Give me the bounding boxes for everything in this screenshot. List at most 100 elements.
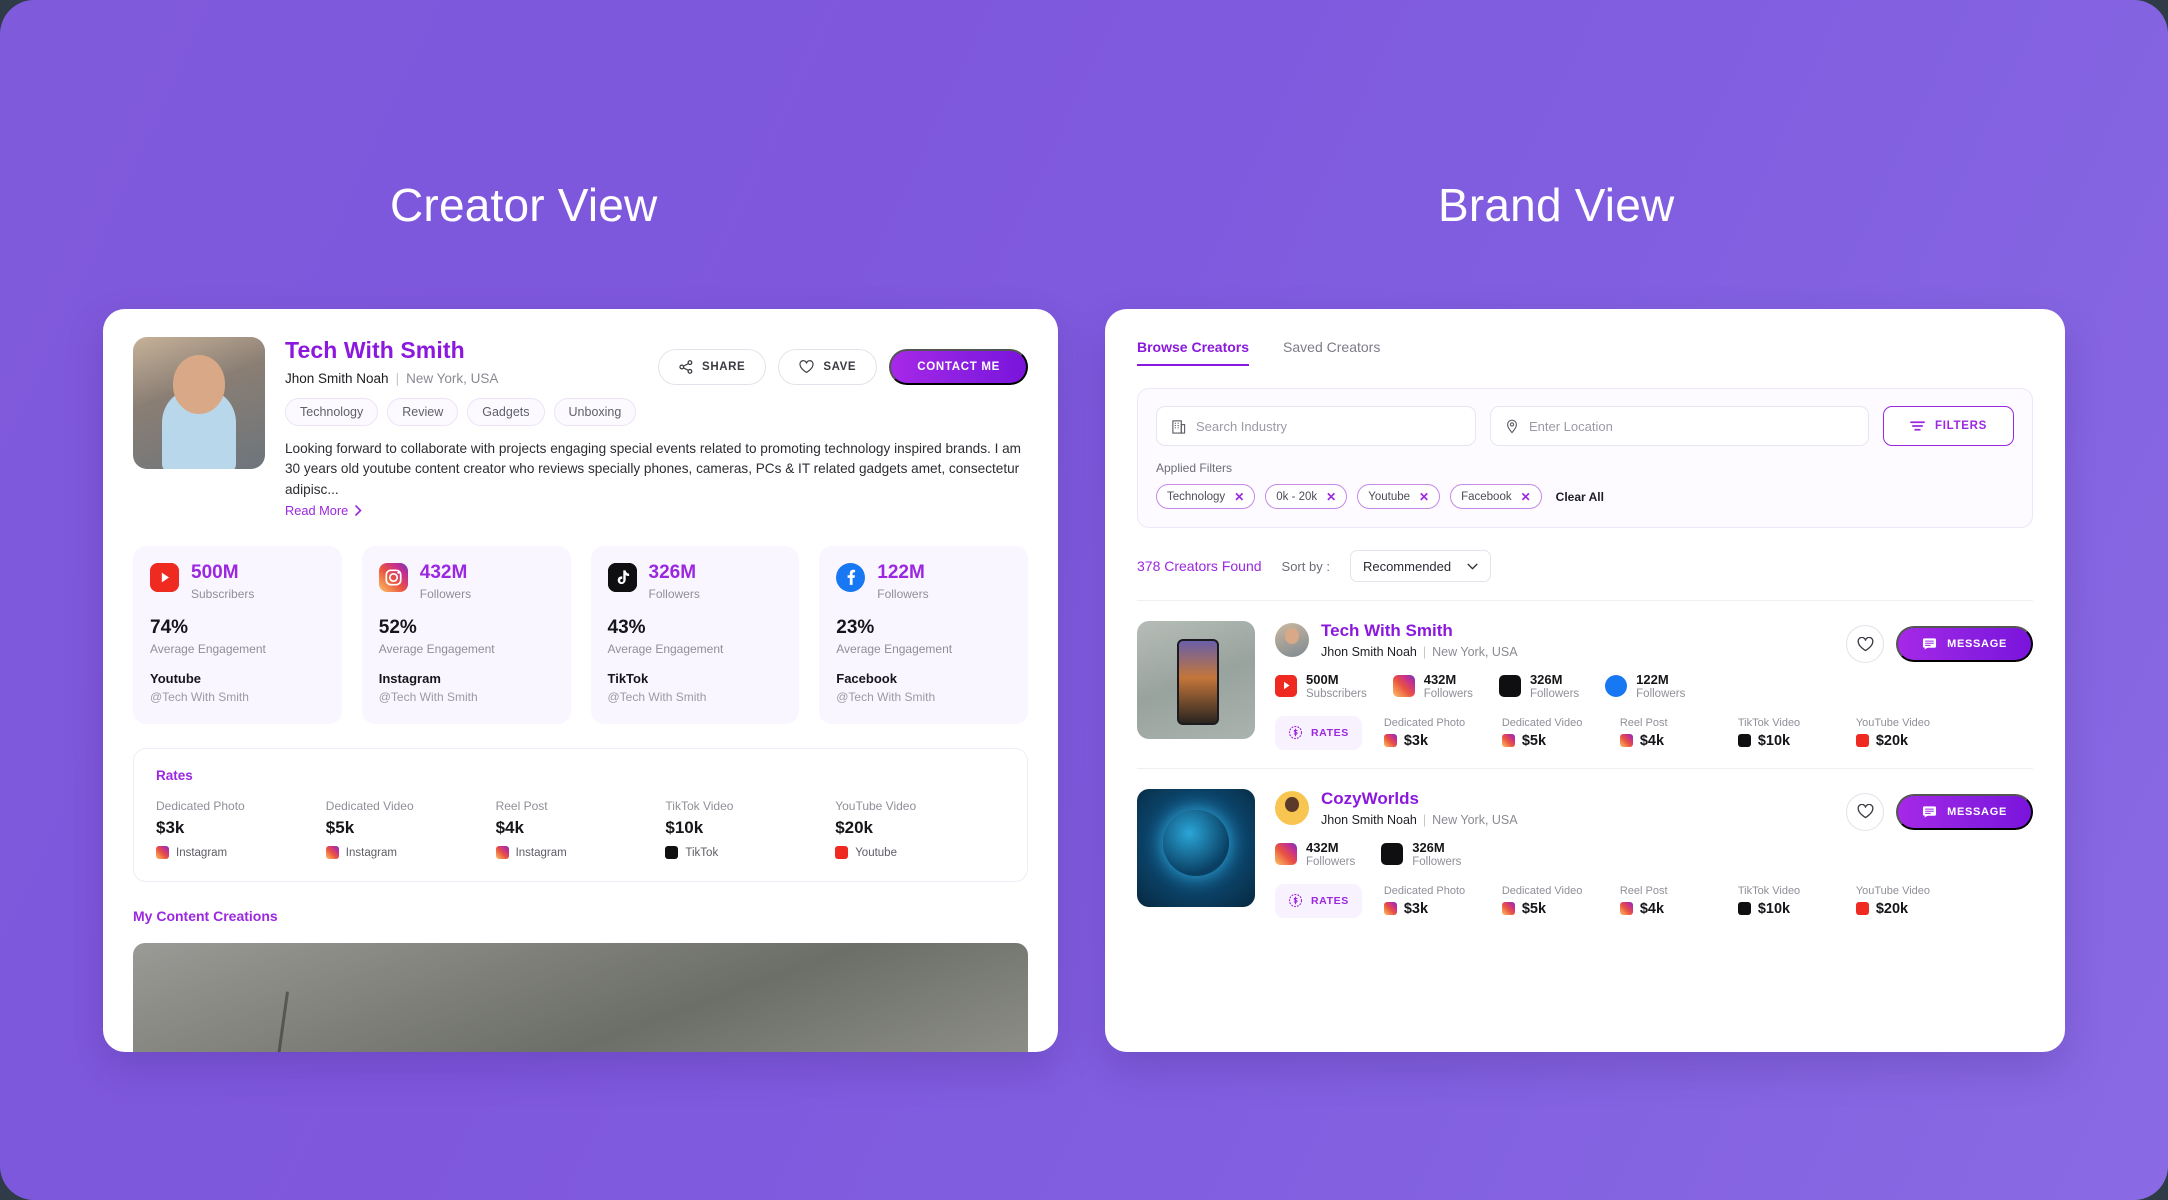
rate-item: Dedicated Video $5k: [1501, 885, 1598, 917]
creator-content-thumbnail[interactable]: [1137, 788, 1255, 907]
sort-by-select[interactable]: Recommended: [1349, 550, 1492, 582]
rate-price: $3k: [1403, 732, 1429, 749]
rate-item: Dedicated Video $5k Instagram: [325, 799, 496, 860]
rate-price: $3k: [156, 818, 185, 838]
close-icon[interactable]: ✕: [1419, 490, 1429, 504]
applied-filters-label: Applied Filters: [1156, 461, 1233, 475]
creator-tag[interactable]: Gadgets: [467, 398, 545, 426]
stat-value-label: Subscribers: [191, 587, 255, 602]
stat-platform: TikTok: [607, 671, 649, 687]
filter-chip[interactable]: Technology ✕: [1156, 484, 1256, 509]
creator-real-name: Jhon Smith Noah: [1321, 645, 1417, 659]
rate-item: Dedicated Photo $3k: [1383, 717, 1480, 749]
rate-label: Dedicated Video: [1501, 716, 1583, 729]
sort-by-value: Recommended: [1362, 558, 1452, 574]
close-icon[interactable]: ✕: [1234, 490, 1244, 504]
read-more-label: Read More: [285, 503, 349, 519]
close-icon[interactable]: ✕: [1326, 490, 1336, 504]
rate-platform: TikTok: [685, 846, 719, 859]
stat-platform: Instagram: [378, 671, 441, 687]
stat-card-instagram: 432M Followers 52% Average Engagement In…: [361, 546, 571, 725]
creator-rates-card: Rates Dedicated Photo $3k Instagram Dedi…: [133, 748, 1028, 883]
creator-result-card[interactable]: Tech With Smith Jhon Smith Noah | New York…: [1137, 601, 2033, 768]
instagram-icon: [1275, 843, 1297, 866]
message-icon: [1923, 638, 1937, 650]
stat-value: 326M: [648, 562, 697, 584]
stat-handle: @Tech With Smith: [378, 690, 478, 705]
share-button[interactable]: SHARE: [658, 349, 767, 385]
clear-all-button[interactable]: Clear All: [1556, 490, 1604, 504]
tab-saved-creators[interactable]: Saved Creators: [1283, 339, 1380, 366]
stat-value: 500M: [191, 562, 239, 584]
instagram-icon: [1619, 902, 1633, 916]
brand-view-panel: Browse Creators Saved Creators Search In…: [1105, 309, 2065, 1052]
creator-action-buttons: SHARE SAVE CONTACT ME: [658, 349, 1028, 385]
youtube-icon: [1275, 675, 1297, 698]
stat-value: 432M: [419, 562, 468, 584]
filter-chip-label: Technology: [1167, 490, 1226, 503]
stat-handle: @Tech With Smith: [836, 690, 936, 705]
creator-stat-cards: 500M Subscribers 74% Average Engagement …: [133, 546, 1028, 725]
favorite-button[interactable]: [1846, 792, 1885, 831]
rate-price: $20k: [1875, 900, 1909, 917]
favorite-button[interactable]: [1846, 625, 1885, 663]
filter-chip[interactable]: Youtube ✕: [1357, 484, 1441, 509]
social-stat: 326M Followers: [1498, 672, 1580, 700]
filter-chip[interactable]: Facebook ✕: [1450, 484, 1542, 509]
message-button[interactable]: MESSAGE: [1896, 626, 2033, 662]
social-stat-label: Followers: [1423, 687, 1473, 700]
card-actions: MESSAGE: [1846, 625, 2033, 663]
stat-percentage-label: Average Engagement: [378, 642, 495, 657]
rate-item: YouTube Video $20k: [1855, 717, 1952, 749]
message-button[interactable]: MESSAGE: [1896, 793, 2033, 830]
creator-real-name: Jhon Smith Noah: [285, 371, 389, 386]
facebook-icon: [1605, 675, 1628, 698]
dollar-badge-icon: [1288, 894, 1303, 908]
creator-name[interactable]: Tech With Smith: [1321, 621, 1518, 641]
filter-chip-label: 0k - 20k: [1276, 490, 1318, 503]
chevron-down-icon: [1467, 563, 1478, 570]
creator-tag[interactable]: Technology: [285, 398, 379, 426]
social-stat-label: Followers: [1529, 687, 1580, 700]
message-icon: [1923, 806, 1937, 818]
creator-location: New York, USA: [1432, 645, 1518, 659]
stat-handle: @Tech With Smith: [607, 690, 707, 705]
rate-platform: Instagram: [345, 846, 397, 859]
filter-icon: [1910, 421, 1925, 431]
youtube-icon: [1855, 734, 1869, 748]
close-icon[interactable]: ✕: [1521, 490, 1531, 504]
instagram-icon: [1501, 902, 1515, 916]
rate-label: Reel Post: [1619, 884, 1668, 897]
save-button[interactable]: SAVE: [778, 349, 878, 385]
tab-browse-creators[interactable]: Browse Creators: [1137, 339, 1250, 366]
creator-name[interactable]: CozyWorlds: [1321, 789, 1518, 809]
rate-item: Reel Post $4k: [1619, 884, 1716, 917]
rate-label: YouTube Video: [1855, 884, 1931, 897]
social-stat-label: Followers: [1636, 687, 1686, 700]
contact-me-label: CONTACT ME: [917, 361, 1000, 373]
creator-tag[interactable]: Unboxing: [553, 398, 637, 426]
stat-percentage-label: Average Engagement: [150, 642, 266, 657]
social-stat: 432M Followers: [1392, 672, 1473, 700]
content-creation-thumbnail[interactable]: [133, 943, 1028, 1052]
rates-badge-label: RATES: [1311, 894, 1349, 907]
rate-label: Reel Post: [495, 799, 548, 814]
card-actions: MESSAGE: [1846, 792, 2033, 831]
contact-me-button[interactable]: CONTACT ME: [889, 349, 1028, 385]
enter-location-field[interactable]: Enter Location: [1490, 406, 1870, 446]
rate-label: Dedicated Video: [325, 799, 414, 814]
read-more-link[interactable]: Read More: [285, 503, 362, 518]
creator-tag[interactable]: Review: [387, 398, 459, 426]
creator-content-thumbnail[interactable]: [1137, 621, 1255, 739]
search-industry-placeholder: Search Industry: [1196, 418, 1288, 434]
tiktok-icon: [1498, 675, 1521, 698]
page-background: Creator View Brand View Tech With Smith …: [0, 0, 2168, 1200]
rate-label: Dedicated Photo: [1383, 884, 1466, 897]
stat-card-youtube: 500M Subscribers 74% Average Engagement …: [133, 546, 342, 725]
rate-item: Reel Post $4k Instagram: [495, 799, 666, 860]
stat-platform: Youtube: [150, 671, 202, 687]
creator-result-card[interactable]: CozyWorlds Jhon Smith Noah | New York, USA…: [1137, 767, 2033, 936]
search-industry-field[interactable]: Search Industry: [1156, 406, 1476, 446]
filters-button[interactable]: FILTERS: [1883, 406, 2014, 446]
filter-chip[interactable]: 0k - 20k ✕: [1265, 484, 1348, 509]
